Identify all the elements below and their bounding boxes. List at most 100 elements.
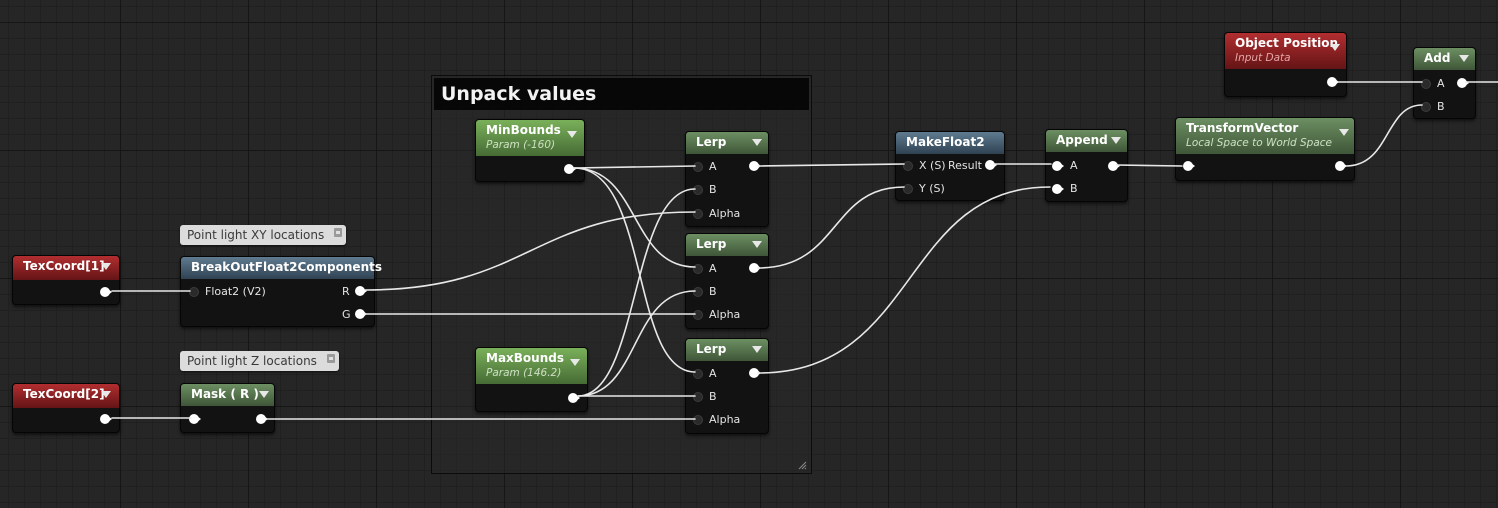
node-title: TexCoord[2] bbox=[23, 387, 105, 401]
chevron-down-icon[interactable] bbox=[567, 131, 577, 138]
node-title: BreakOutFloat2Components bbox=[191, 260, 382, 274]
chevron-down-icon[interactable] bbox=[259, 391, 269, 398]
node-minbounds[interactable]: MinBounds Param (-160) bbox=[475, 119, 585, 182]
node-title: TransformVector bbox=[1186, 121, 1299, 135]
input-pin-alpha[interactable] bbox=[693, 415, 703, 425]
input-pin-y[interactable] bbox=[903, 184, 913, 194]
input-pin-b[interactable] bbox=[693, 287, 703, 297]
node-makefloat2[interactable]: MakeFloat2 X (S) Result Y (S) bbox=[895, 131, 1005, 201]
node-subtitle: Local Space to World Space bbox=[1186, 137, 1332, 149]
input-pin-a[interactable] bbox=[693, 369, 703, 379]
node-title: Append bbox=[1056, 133, 1108, 147]
chevron-down-icon[interactable] bbox=[752, 346, 762, 353]
input-pin-b[interactable] bbox=[693, 185, 703, 195]
input-pin[interactable] bbox=[1183, 161, 1195, 171]
pin-label: G bbox=[342, 308, 351, 321]
output-pin[interactable] bbox=[100, 414, 112, 424]
comment-bubble-xy[interactable]: Point light XY locations bbox=[180, 225, 347, 245]
node-add[interactable]: Add A B bbox=[1413, 47, 1476, 119]
node-object-position[interactable]: Object Position Input Data bbox=[1224, 32, 1347, 97]
pin-label: A bbox=[1437, 77, 1445, 90]
chevron-down-icon[interactable] bbox=[1330, 44, 1340, 51]
input-pin-x[interactable] bbox=[903, 161, 913, 171]
input-pin-float2[interactable] bbox=[189, 287, 199, 297]
node-lerp-3[interactable]: Lerp A B Alpha bbox=[685, 338, 769, 434]
output-pin[interactable] bbox=[1335, 161, 1347, 171]
pin-label: R bbox=[342, 285, 350, 298]
node-title: TexCoord[1] bbox=[23, 259, 105, 273]
pin-label: Alpha bbox=[709, 413, 741, 426]
output-pin-result[interactable] bbox=[985, 160, 997, 170]
input-pin-a[interactable] bbox=[693, 264, 703, 274]
output-pin[interactable] bbox=[1108, 161, 1120, 171]
pin-label: Float2 (V2) bbox=[205, 285, 266, 298]
pin-label: A bbox=[709, 367, 717, 380]
input-pin-b[interactable] bbox=[693, 392, 703, 402]
pin-label: Y (S) bbox=[919, 182, 945, 195]
comment-bubble-z[interactable]: Point light Z locations bbox=[180, 351, 339, 371]
chevron-down-icon[interactable] bbox=[1339, 129, 1349, 136]
chevron-down-icon[interactable] bbox=[101, 391, 111, 398]
node-title: Lerp bbox=[696, 342, 727, 356]
output-pin[interactable] bbox=[564, 164, 576, 174]
output-pin[interactable] bbox=[256, 414, 268, 424]
pin-label: Result bbox=[948, 159, 982, 172]
output-pin-g[interactable] bbox=[355, 309, 367, 319]
output-pin[interactable] bbox=[100, 287, 112, 297]
pin-label: B bbox=[1437, 100, 1445, 113]
node-mask-r[interactable]: Mask ( R ) bbox=[180, 383, 275, 433]
chevron-down-icon[interactable] bbox=[101, 263, 111, 270]
node-texcoord2[interactable]: TexCoord[2] bbox=[12, 383, 120, 433]
node-title: Mask ( R ) bbox=[191, 387, 259, 401]
node-lerp-2[interactable]: Lerp A B Alpha bbox=[685, 233, 769, 329]
input-pin-a[interactable] bbox=[1421, 79, 1431, 89]
output-pin[interactable] bbox=[749, 263, 761, 273]
node-breakout-float2[interactable]: BreakOutFloat2Components Float2 (V2) R G bbox=[180, 256, 382, 327]
node-title: MaxBounds bbox=[486, 351, 564, 365]
input-pin-b[interactable] bbox=[1052, 184, 1064, 194]
node-append[interactable]: Append A B bbox=[1045, 129, 1128, 202]
chevron-down-icon[interactable] bbox=[1459, 55, 1469, 62]
input-pin-alpha[interactable] bbox=[693, 209, 703, 219]
output-pin-r[interactable] bbox=[355, 286, 367, 296]
node-transformvector[interactable]: TransformVector Local Space to World Spa… bbox=[1175, 117, 1355, 181]
output-pin[interactable] bbox=[749, 368, 761, 378]
pin-label: A bbox=[1070, 159, 1078, 172]
node-subtitle: Param (146.2) bbox=[486, 367, 562, 379]
input-pin[interactable] bbox=[189, 414, 201, 424]
pin-label: A bbox=[709, 262, 717, 275]
material-graph-canvas[interactable]: Unpack values Point light XY locations P… bbox=[0, 0, 1498, 508]
input-pin-alpha[interactable] bbox=[693, 310, 703, 320]
node-maxbounds[interactable]: MaxBounds Param (146.2) bbox=[475, 347, 588, 412]
input-pin-a[interactable] bbox=[1052, 161, 1064, 171]
node-subtitle: Input Data bbox=[1235, 52, 1291, 64]
chevron-down-icon[interactable] bbox=[752, 139, 762, 146]
pin-label: X (S) bbox=[919, 159, 946, 172]
comment-title[interactable]: Unpack values bbox=[434, 78, 809, 110]
chevron-down-icon[interactable] bbox=[1111, 137, 1121, 144]
node-lerp-1[interactable]: Lerp A B Alpha bbox=[685, 131, 769, 227]
input-pin-b[interactable] bbox=[1421, 102, 1431, 112]
output-pin[interactable] bbox=[568, 393, 580, 403]
pin-label: B bbox=[709, 390, 717, 403]
pin-label: A bbox=[709, 160, 717, 173]
pin-icon[interactable] bbox=[326, 354, 335, 363]
chevron-down-icon[interactable] bbox=[752, 241, 762, 248]
pin-label: Alpha bbox=[709, 308, 741, 321]
node-title: Object Position bbox=[1235, 36, 1339, 50]
resize-grip-icon[interactable] bbox=[798, 461, 807, 470]
chevron-down-icon[interactable] bbox=[570, 359, 580, 366]
output-pin[interactable] bbox=[1457, 78, 1469, 88]
pin-icon[interactable] bbox=[334, 228, 343, 237]
output-pin[interactable] bbox=[1327, 77, 1339, 87]
pin-label: Alpha bbox=[709, 207, 741, 220]
node-texcoord1[interactable]: TexCoord[1] bbox=[12, 255, 120, 305]
node-title: Lerp bbox=[696, 237, 727, 251]
pin-label: B bbox=[709, 285, 717, 298]
input-pin-a[interactable] bbox=[693, 162, 703, 172]
node-title: Lerp bbox=[696, 135, 727, 149]
node-subtitle: Param (-160) bbox=[486, 139, 556, 151]
node-title: MinBounds bbox=[486, 123, 561, 137]
comment-bubble-text: Point light XY locations bbox=[187, 228, 325, 242]
output-pin[interactable] bbox=[749, 161, 761, 171]
